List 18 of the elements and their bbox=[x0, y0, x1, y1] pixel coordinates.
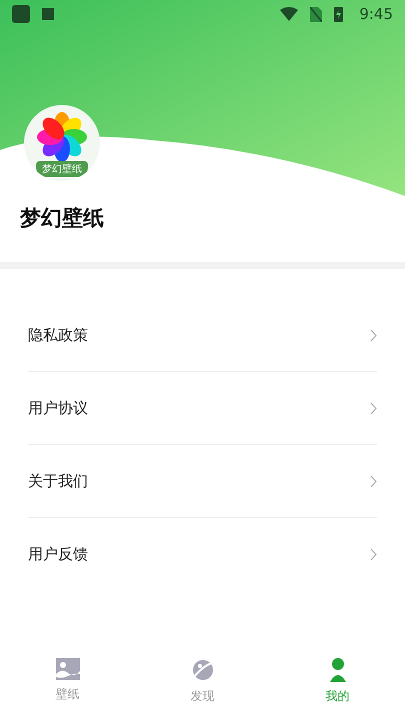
app-icon bbox=[12, 5, 30, 23]
chevron-icon bbox=[370, 402, 377, 414]
flower-icon bbox=[34, 111, 90, 163]
planet-icon bbox=[190, 658, 214, 682]
logo-text: 梦幻壁纸 bbox=[36, 161, 88, 177]
app-name: 梦幻壁纸 bbox=[18, 205, 105, 232]
wifi-icon bbox=[280, 7, 298, 21]
menu-item[interactable]: 用户反馈 bbox=[28, 518, 377, 591]
menu-item[interactable]: 隐私政策 bbox=[28, 299, 377, 372]
chevron-icon bbox=[370, 474, 377, 488]
battery-icon bbox=[334, 6, 344, 22]
no-sim-icon bbox=[310, 6, 322, 22]
menu-item[interactable]: 用户协议 bbox=[28, 372, 377, 445]
clock-time: 9:45 bbox=[359, 5, 393, 23]
image-icon bbox=[56, 658, 80, 680]
menu-item[interactable]: 关于我们 bbox=[28, 445, 377, 518]
chevron-icon bbox=[370, 548, 377, 561]
chevron-icon bbox=[370, 328, 377, 342]
